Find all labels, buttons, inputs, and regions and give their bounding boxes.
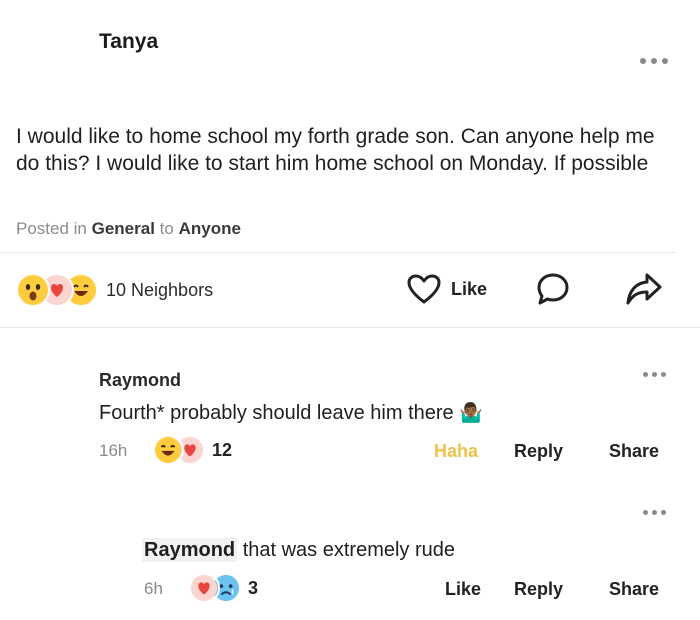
- like-button[interactable]: Like: [406, 273, 487, 305]
- like-button-label: Like: [451, 278, 488, 299]
- post-meta: Posted in General to Anyone: [16, 219, 241, 239]
- divider: [0, 252, 676, 253]
- share-icon[interactable]: [625, 272, 663, 311]
- comment-reactions-summary[interactable]: 12: [152, 434, 232, 466]
- reply-more-options-icon[interactable]: [643, 510, 666, 515]
- reply-button[interactable]: Reply: [514, 441, 563, 462]
- reactions-count-label[interactable]: 10 Neighbors: [106, 280, 213, 301]
- reply-timestamp: 6h: [144, 579, 163, 598]
- comment-timestamp: 16h: [99, 441, 128, 460]
- comment-text: Fourth* probably should leave him there …: [99, 401, 483, 425]
- laugh-emoji-icon: [152, 434, 184, 466]
- reply-mention-name[interactable]: Raymond: [142, 538, 238, 562]
- reply-reply-button[interactable]: Reply: [514, 579, 563, 600]
- post-author-name[interactable]: Tanya: [99, 30, 158, 54]
- comment-reaction-count[interactable]: 12: [212, 440, 232, 461]
- divider: [0, 327, 700, 328]
- post-category-link[interactable]: General: [92, 219, 155, 238]
- reply-text-body: that was extremely rude: [242, 539, 456, 561]
- shrug-emoji: 🤷🏾‍♂️: [459, 403, 483, 424]
- post-more-options-icon[interactable]: [640, 58, 668, 64]
- comment-icon[interactable]: [535, 271, 571, 312]
- reply-reaction-count[interactable]: 3: [248, 578, 258, 599]
- reply-text: Raymond that was extremely rude: [142, 538, 456, 562]
- comment-text-body: Fourth* probably should leave him there: [99, 402, 454, 424]
- heart-outline-icon: [407, 274, 441, 304]
- post-reactions-summary[interactable]: 10 Neighbors: [16, 273, 213, 307]
- heart-emoji-icon: [188, 572, 220, 604]
- share-button[interactable]: Share: [609, 441, 659, 462]
- reply-share-button[interactable]: Share: [609, 579, 659, 600]
- reply-reactions-summary[interactable]: 3: [188, 572, 258, 604]
- haha-reaction-button[interactable]: Haha: [434, 441, 478, 462]
- posted-to-word: to: [159, 219, 174, 238]
- comment-more-options-icon[interactable]: [643, 372, 666, 377]
- post-audience-link[interactable]: Anyone: [179, 219, 241, 238]
- posted-prefix: Posted in: [16, 219, 87, 238]
- post-body-text: I would like to home school my forth gra…: [16, 125, 655, 175]
- reply-like-button[interactable]: Like: [445, 579, 481, 600]
- wow-emoji-icon: [16, 273, 50, 307]
- comment-author-name[interactable]: Raymond: [99, 370, 181, 391]
